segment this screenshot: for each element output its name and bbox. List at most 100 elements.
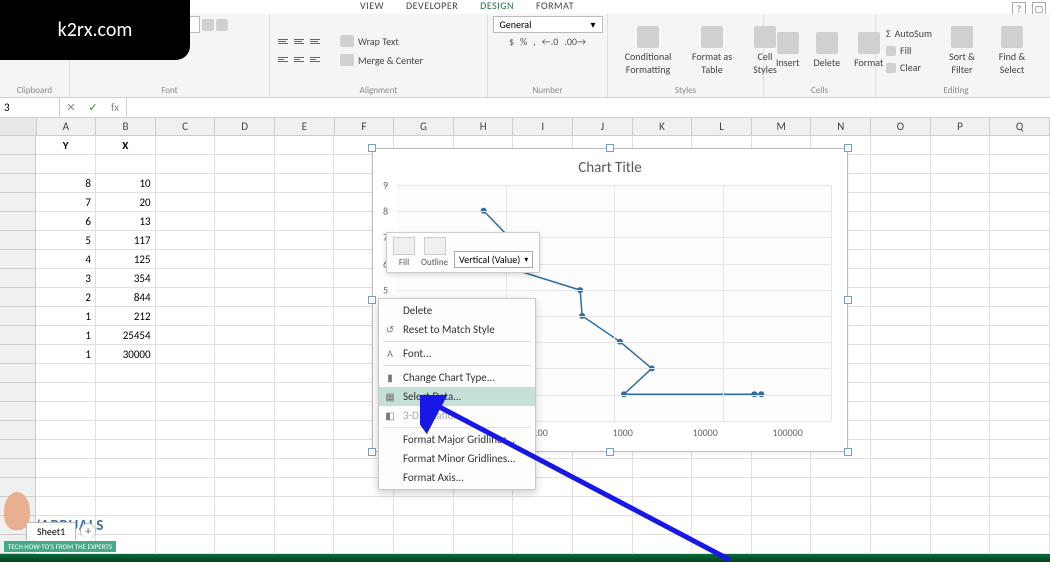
cell[interactable] — [990, 136, 1050, 155]
cell[interactable] — [692, 516, 752, 535]
cell[interactable] — [275, 421, 335, 440]
resize-handle[interactable] — [844, 144, 852, 152]
cell[interactable] — [931, 478, 991, 497]
cell[interactable] — [275, 516, 335, 535]
col-header[interactable]: J — [573, 118, 633, 135]
cell[interactable] — [990, 421, 1050, 440]
cell[interactable] — [156, 364, 216, 383]
tab-format[interactable]: FORMAT — [526, 0, 584, 14]
col-header[interactable]: H — [454, 118, 514, 135]
cell[interactable] — [871, 478, 931, 497]
cell[interactable] — [931, 136, 991, 155]
cell[interactable]: 25454 — [96, 326, 156, 345]
cell[interactable] — [275, 326, 335, 345]
cell[interactable] — [871, 269, 931, 288]
tab-view[interactable]: VIEW — [350, 0, 394, 14]
cell[interactable] — [990, 288, 1050, 307]
cell[interactable] — [990, 231, 1050, 250]
cell[interactable] — [990, 459, 1050, 478]
cell[interactable] — [692, 497, 752, 516]
cell[interactable] — [215, 155, 275, 174]
comma-icon[interactable]: , — [533, 35, 536, 48]
cell[interactable] — [215, 516, 275, 535]
tab-design[interactable]: DESIGN — [470, 0, 524, 14]
cell[interactable] — [275, 497, 335, 516]
cell[interactable] — [931, 535, 991, 554]
cell[interactable]: 125 — [96, 250, 156, 269]
cell[interactable] — [36, 364, 96, 383]
insert-button[interactable]: Insert — [772, 28, 804, 73]
cell[interactable] — [871, 364, 931, 383]
cancel-icon[interactable]: ✕ — [60, 101, 82, 114]
align-bottom-icon[interactable] — [310, 35, 324, 49]
cell[interactable]: 8 — [36, 174, 96, 193]
row-header[interactable] — [0, 155, 36, 174]
cell[interactable] — [215, 231, 275, 250]
cell[interactable] — [752, 478, 812, 497]
cell[interactable]: 10 — [96, 174, 156, 193]
cell[interactable] — [990, 269, 1050, 288]
cell[interactable] — [156, 516, 216, 535]
row-header[interactable] — [0, 193, 36, 212]
row-header[interactable] — [0, 231, 36, 250]
cell[interactable] — [275, 459, 335, 478]
cell[interactable] — [990, 364, 1050, 383]
resize-handle[interactable] — [368, 144, 376, 152]
resize-handle[interactable] — [606, 448, 614, 456]
cell[interactable] — [156, 497, 216, 516]
cell[interactable] — [275, 155, 335, 174]
col-header[interactable]: D — [215, 118, 275, 135]
cell[interactable] — [156, 193, 216, 212]
cell[interactable] — [215, 136, 275, 155]
cell[interactable] — [931, 269, 991, 288]
cell[interactable] — [931, 383, 991, 402]
cell[interactable]: 13 — [96, 212, 156, 231]
cell[interactable] — [275, 288, 335, 307]
cell[interactable] — [931, 307, 991, 326]
cell[interactable] — [990, 478, 1050, 497]
fx-icon[interactable]: fx — [104, 101, 126, 114]
col-header[interactable]: C — [156, 118, 216, 135]
cell[interactable] — [633, 497, 693, 516]
cell[interactable] — [633, 535, 693, 554]
cell[interactable] — [871, 402, 931, 421]
col-header[interactable]: I — [513, 118, 573, 135]
cell[interactable]: 212 — [96, 307, 156, 326]
align-top-icon[interactable] — [278, 35, 292, 49]
cell[interactable] — [215, 364, 275, 383]
autosum-button[interactable]: ΣAutoSum — [884, 26, 934, 41]
cell[interactable] — [36, 440, 96, 459]
row-header[interactable] — [0, 421, 36, 440]
cell[interactable] — [156, 421, 216, 440]
col-header[interactable]: L — [692, 118, 752, 135]
outline-popup-button[interactable]: Outline — [421, 237, 448, 268]
cell[interactable] — [96, 459, 156, 478]
cell[interactable] — [156, 478, 216, 497]
select-all-corner[interactable] — [0, 118, 37, 135]
cell[interactable] — [36, 459, 96, 478]
cell[interactable] — [871, 155, 931, 174]
cell[interactable]: 1 — [36, 345, 96, 364]
cell[interactable]: 2 — [36, 288, 96, 307]
cell[interactable] — [871, 383, 931, 402]
tab-developer[interactable]: DEVELOPER — [396, 0, 468, 14]
cell[interactable] — [811, 478, 871, 497]
cell[interactable] — [990, 326, 1050, 345]
cell[interactable] — [931, 250, 991, 269]
row-header[interactable] — [0, 174, 36, 193]
chart-title[interactable]: Chart Title — [373, 149, 847, 181]
cell[interactable] — [156, 326, 216, 345]
ctx-delete[interactable]: Delete — [379, 301, 535, 320]
row-header[interactable] — [0, 402, 36, 421]
cell[interactable] — [156, 383, 216, 402]
cell[interactable] — [156, 440, 216, 459]
conditional-formatting-button[interactable]: Conditional Formatting — [616, 22, 680, 80]
row-header[interactable] — [0, 307, 36, 326]
col-header[interactable]: Q — [990, 118, 1050, 135]
cell[interactable] — [215, 307, 275, 326]
cell[interactable] — [513, 516, 573, 535]
cell[interactable] — [871, 326, 931, 345]
number-format-select[interactable]: General▾ — [493, 16, 603, 33]
cell[interactable] — [871, 345, 931, 364]
col-header[interactable]: M — [752, 118, 812, 135]
